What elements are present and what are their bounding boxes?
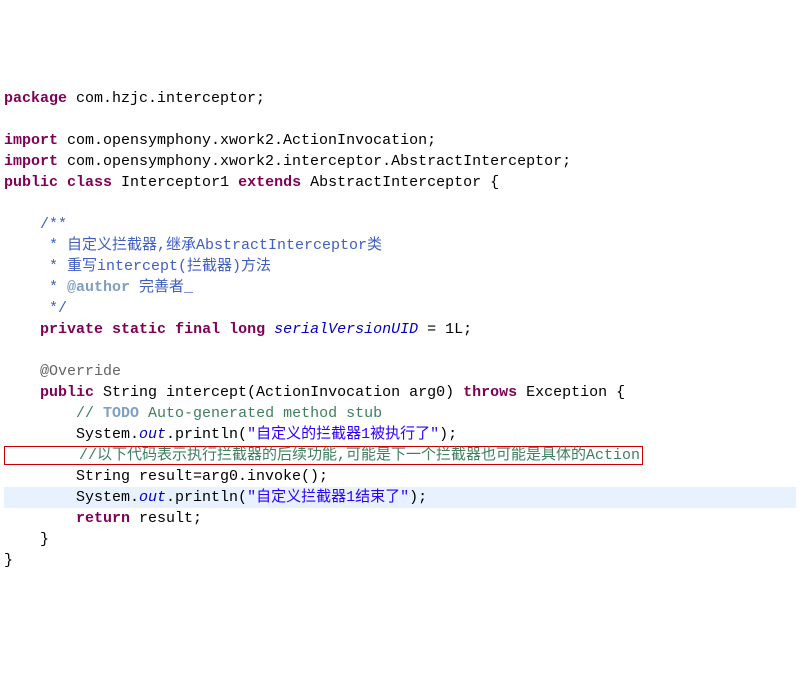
code-line: import com.opensymphony.xwork2.ActionInv… <box>4 130 796 151</box>
code-text: .println( <box>166 489 247 506</box>
code-line: private static final long serialVersionU… <box>4 319 796 340</box>
javadoc-line: */ <box>4 298 796 319</box>
blank-line <box>4 109 796 130</box>
code-text: .println( <box>166 426 247 443</box>
keyword-return: return <box>76 510 130 527</box>
comment-text: Auto-generated method stub <box>139 405 382 422</box>
system-out: out <box>139 426 166 443</box>
javadoc-line: * @author 完善者_ <box>4 277 796 298</box>
code-line: // TODO Auto-generated method stub <box>4 403 796 424</box>
code-text: ); <box>409 489 427 506</box>
boxed-comment: //以下代码表示执行拦截器的后续功能,可能是下一个拦截器也可能是具体的Actio… <box>4 446 643 465</box>
javadoc-author-tag: @author <box>67 279 130 296</box>
return-value: result; <box>130 510 202 527</box>
throws-clause: Exception { <box>517 384 625 401</box>
comment-prefix: // <box>4 405 103 422</box>
keyword-throws: throws <box>463 384 517 401</box>
code-line: package com.hzjc.interceptor; <box>4 88 796 109</box>
keyword-import: import <box>4 132 58 149</box>
blank-line <box>4 193 796 214</box>
keyword-private: private <box>40 321 103 338</box>
code-editor[interactable]: package com.hzjc.interceptor; import com… <box>4 88 796 571</box>
code-line: return result; <box>4 508 796 529</box>
code-line: public class Interceptor1 extends Abstra… <box>4 172 796 193</box>
import-path: com.opensymphony.xwork2.ActionInvocation… <box>58 132 436 149</box>
code-line: //以下代码表示执行拦截器的后续功能,可能是下一个拦截器也可能是具体的Actio… <box>4 445 796 466</box>
code-text: System. <box>4 489 139 506</box>
method-signature: String intercept(ActionInvocation arg0) <box>94 384 463 401</box>
javadoc-line: /** <box>4 214 796 235</box>
code-line: System.out.println("自定义的拦截器1被执行了"); <box>4 424 796 445</box>
annotation-override: @Override <box>4 361 796 382</box>
highlighted-line: System.out.println("自定义拦截器1结束了"); <box>4 487 796 508</box>
javadoc-author: 完善者_ <box>130 279 193 296</box>
code-line: } <box>4 529 796 550</box>
string-literal: "自定义的拦截器1被执行了" <box>247 426 439 443</box>
keyword-long: long <box>229 321 265 338</box>
keyword-package: package <box>4 90 67 107</box>
todo-tag: TODO <box>103 405 139 422</box>
code-line: import com.opensymphony.xwork2.intercept… <box>4 151 796 172</box>
system-out: out <box>139 489 166 506</box>
code-line: public String intercept(ActionInvocation… <box>4 382 796 403</box>
keyword-class: class <box>67 174 112 191</box>
keyword-import: import <box>4 153 58 170</box>
string-literal: "自定义拦截器1结束了" <box>247 489 409 506</box>
keyword-final: final <box>175 321 220 338</box>
keyword-public: public <box>4 174 58 191</box>
field-value: = 1L; <box>418 321 472 338</box>
blank-line <box>4 340 796 361</box>
keyword-static: static <box>112 321 166 338</box>
code-text: ); <box>439 426 457 443</box>
import-path: com.opensymphony.xwork2.interceptor.Abst… <box>58 153 571 170</box>
keyword-extends: extends <box>238 174 301 191</box>
package-name: com.hzjc.interceptor; <box>67 90 265 107</box>
javadoc-text: * <box>4 279 67 296</box>
class-name: Interceptor1 <box>112 174 238 191</box>
keyword-public: public <box>40 384 94 401</box>
javadoc-line: * 重写intercept(拦截器)方法 <box>4 256 796 277</box>
code-line: } <box>4 550 796 571</box>
code-text: System. <box>4 426 139 443</box>
code-line: String result=arg0.invoke(); <box>4 466 796 487</box>
javadoc-line: * 自定义拦截器,继承AbstractInterceptor类 <box>4 235 796 256</box>
superclass: AbstractInterceptor { <box>301 174 499 191</box>
field-serialversionuid: serialVersionUID <box>274 321 418 338</box>
